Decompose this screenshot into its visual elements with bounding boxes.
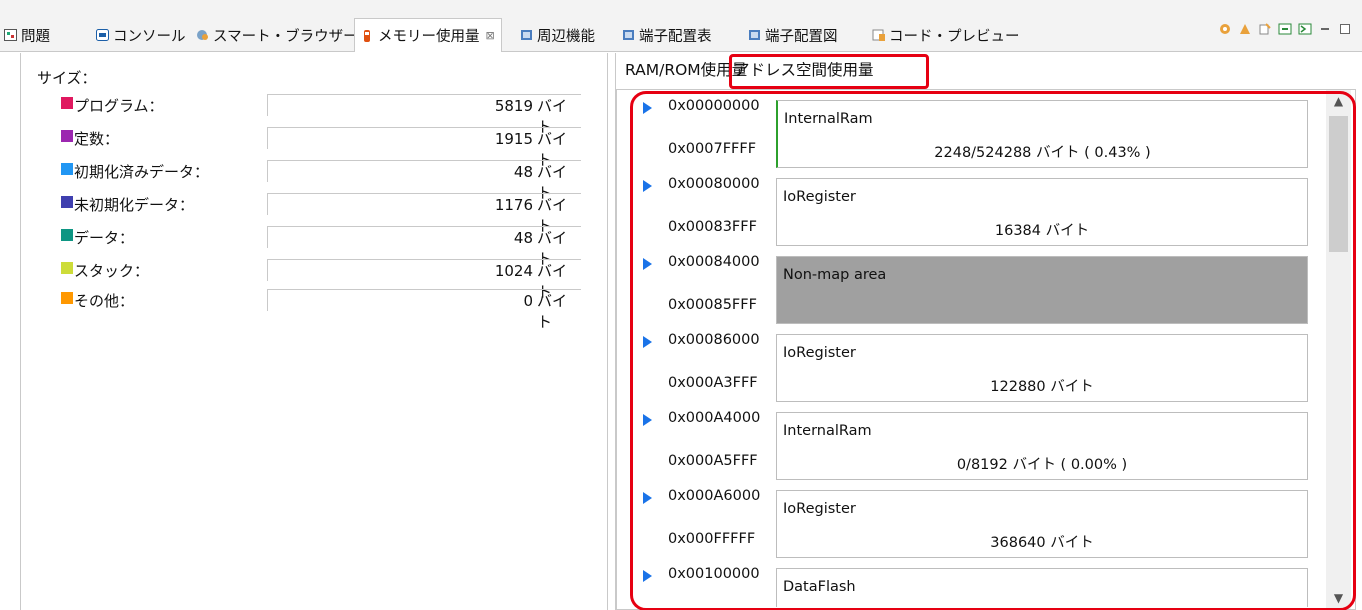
tab-smart-browser[interactable]: スマート・ブラウザー: [196, 22, 358, 48]
legend-label: 初期化済みデータ：: [74, 163, 210, 181]
legend-row-uninitialized-data: 未初期化データ： 1176 バイト: [61, 193, 581, 235]
address-space-tab-highlight: [729, 54, 929, 89]
uninitialized-data-color-swatch: [61, 196, 73, 208]
legend-row-initialized-data: 初期化済みデータ： 48 バイト: [61, 160, 581, 202]
code-preview-icon: [872, 29, 885, 41]
legend-label: プログラム：: [74, 97, 164, 115]
legend-row-data: データ： 48 バイト: [61, 226, 581, 268]
settings-icon[interactable]: [1238, 22, 1252, 36]
legend-unit: バイト: [537, 292, 568, 331]
tab-peripheral[interactable]: 周辺機能: [520, 22, 595, 48]
legend-value: 0: [267, 289, 581, 311]
pin-diagram-icon: [749, 30, 760, 40]
address-space-panel: RAM/ROM使用量 アドレス空間使用量 0x00000000 0x0007FF…: [615, 53, 1362, 610]
tab-label: 問題: [21, 28, 50, 45]
stack-color-swatch: [61, 262, 73, 274]
legend-label: 未初期化データ：: [74, 196, 195, 214]
tab-label: コンソール: [113, 28, 186, 45]
tab-label: 端子配置図: [765, 28, 838, 45]
data-color-swatch: [61, 229, 73, 241]
tab-console[interactable]: コンソール: [96, 22, 186, 48]
legend-value: 1915: [267, 127, 581, 149]
initialized-data-color-swatch: [61, 163, 73, 175]
tab-label: メモリー使用量: [378, 29, 480, 45]
legend-row-stack: スタック： 1024 バイト: [61, 259, 581, 301]
legend-label: 定数：: [74, 130, 120, 148]
legend-row-program: プログラム： 5819 バイト: [61, 94, 581, 136]
close-icon[interactable]: ⊠: [486, 29, 495, 42]
expand-icon[interactable]: [1278, 22, 1292, 36]
legend-value: 1024: [267, 259, 581, 281]
memory-usage-icon: [364, 29, 370, 42]
program-color-swatch: [61, 97, 73, 109]
view-tab-bar: 問題 コンソール スマート・ブラウザー メモリー使用量 ⊠ 周辺機能 端子配置表…: [0, 0, 1362, 52]
legend-label: その他：: [74, 292, 135, 310]
legend-value: 5819: [267, 94, 581, 116]
tab-problems[interactable]: 問題: [4, 22, 50, 48]
tab-label: スマート・ブラウザー: [213, 28, 358, 45]
tab-code-preview[interactable]: コード・プレビュー: [872, 22, 1020, 48]
console-icon: [96, 29, 109, 41]
legend-value: 48: [267, 226, 581, 248]
tab-label: 周辺機能: [537, 28, 595, 45]
export-icon[interactable]: [1258, 22, 1272, 36]
tab-pin-diagram[interactable]: 端子配置図: [748, 22, 838, 48]
pin-table-icon: [623, 30, 634, 40]
legend-row-constant: 定数： 1915 バイト: [61, 127, 581, 169]
view-toolbar: [1218, 22, 1352, 36]
legend-label: スタック：: [74, 262, 150, 280]
legend-row-other: その他： 0 バイト: [61, 289, 581, 331]
size-heading: サイズ：: [37, 69, 97, 87]
other-color-swatch: [61, 292, 73, 304]
tab-label: 端子配置表: [639, 28, 712, 45]
peripheral-icon: [521, 30, 532, 40]
legend-label: データ：: [74, 229, 135, 247]
address-map-highlight: [630, 91, 1356, 610]
legend-value: 48: [267, 160, 581, 182]
smart-browser-icon: [197, 30, 208, 40]
legend-value: 1176: [267, 193, 581, 215]
tab-pin-table[interactable]: 端子配置表: [622, 22, 712, 48]
tab-memory-usage[interactable]: メモリー使用量 ⊠: [354, 18, 502, 52]
collapse-icon[interactable]: [1298, 22, 1312, 36]
tab-label: コード・プレビュー: [889, 28, 1020, 45]
constant-color-swatch: [61, 130, 73, 142]
refresh-icon[interactable]: [1218, 22, 1232, 36]
size-panel: サイズ： プログラム： 5819 バイト 定数： 1915 バイト 初期化済みデ…: [20, 53, 608, 610]
problems-icon: [4, 29, 17, 41]
maximize-icon[interactable]: [1338, 22, 1352, 36]
minimize-icon[interactable]: [1318, 22, 1332, 36]
